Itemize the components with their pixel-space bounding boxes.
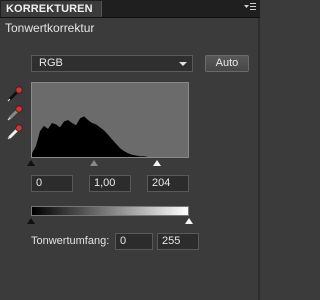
- black-point-slider-handle[interactable]: [27, 160, 35, 166]
- white-point-eyedropper-icon[interactable]: [6, 123, 24, 141]
- output-white-slider-handle[interactable]: [185, 218, 193, 224]
- tab-korrekturen[interactable]: KORREKTUREN: [1, 1, 102, 17]
- input-white-field[interactable]: 204: [147, 175, 189, 192]
- output-white-field[interactable]: 255: [157, 233, 199, 250]
- channel-select-value: RGB: [39, 57, 63, 69]
- panel-title: Tonwertkorrektur: [5, 21, 95, 35]
- histogram-graph: [32, 116, 188, 157]
- channel-select[interactable]: RGB: [31, 55, 193, 72]
- panel-tab-bar: KORREKTUREN: [0, 0, 260, 18]
- input-black-field[interactable]: 0: [31, 175, 73, 192]
- output-levels-slider[interactable]: [27, 218, 193, 226]
- histogram-area: [32, 116, 188, 157]
- histogram: [31, 82, 189, 158]
- output-black-slider-handle[interactable]: [27, 218, 35, 224]
- panel-menu-icon[interactable]: [243, 1, 257, 15]
- output-black-field[interactable]: 0: [115, 233, 153, 250]
- input-gamma-field[interactable]: 1,00: [89, 175, 131, 192]
- black-point-eyedropper-icon[interactable]: [6, 85, 24, 103]
- gamma-slider-handle[interactable]: [90, 160, 99, 166]
- input-levels-slider[interactable]: [27, 160, 189, 168]
- white-point-slider-handle[interactable]: [153, 160, 162, 166]
- panel-scrollbar[interactable]: [258, 18, 260, 300]
- chevron-down-icon: [179, 62, 187, 66]
- auto-button[interactable]: Auto: [205, 55, 249, 72]
- output-gradient-bar: [31, 206, 189, 216]
- gray-point-eyedropper-icon[interactable]: [6, 104, 24, 122]
- output-range-label: Tonwertumfang:: [31, 235, 110, 247]
